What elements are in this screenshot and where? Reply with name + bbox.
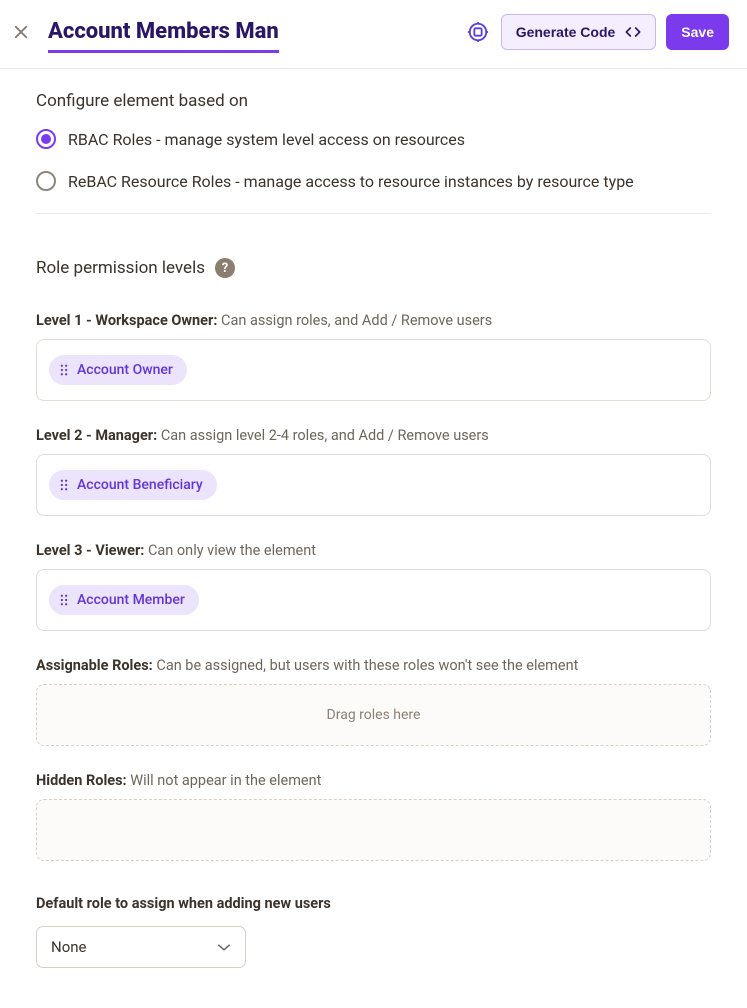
level-2-desc: Can assign level 2-4 roles, and Add / Re…	[161, 427, 489, 444]
default-role-value: None	[51, 938, 87, 956]
hidden-title: Hidden Roles:	[36, 772, 127, 789]
cpu-icon[interactable]	[467, 21, 489, 43]
generate-code-button[interactable]: Generate Code	[501, 14, 657, 50]
generate-code-label: Generate Code	[516, 24, 616, 40]
role-chip-label: Account Beneficiary	[77, 477, 203, 493]
configure-heading: Configure element based on	[36, 91, 711, 111]
assignable-block: Assignable Roles: Can be assigned, but u…	[36, 657, 711, 746]
role-chip-label: Account Owner	[77, 362, 173, 378]
level-1-dropzone[interactable]: Account Owner	[36, 339, 711, 401]
close-icon[interactable]	[12, 23, 30, 41]
level-3-label: Level 3 - Viewer: Can only view the elem…	[36, 542, 711, 559]
permission-levels-heading: Role permission levels ?	[36, 258, 711, 278]
default-role-select[interactable]: None	[36, 926, 246, 968]
divider	[36, 213, 711, 214]
role-chip-account-beneficiary[interactable]: Account Beneficiary	[49, 470, 217, 500]
level-1-desc: Can assign roles, and Add / Remove users	[221, 312, 492, 329]
assignable-placeholder: Drag roles here	[327, 707, 421, 723]
level-3-dropzone[interactable]: Account Member	[36, 569, 711, 631]
level-1-label: Level 1 - Workspace Owner: Can assign ro…	[36, 312, 711, 329]
radio-rbac[interactable]: RBAC Roles - manage system level access …	[36, 129, 711, 149]
save-button[interactable]: Save	[666, 14, 729, 50]
level-2-title: Level 2 - Manager:	[36, 427, 157, 444]
help-icon[interactable]: ?	[215, 258, 235, 278]
radio-rbac-label: RBAC Roles - manage system level access …	[68, 130, 465, 149]
assignable-dropzone[interactable]: Drag roles here	[36, 684, 711, 746]
permission-levels-text: Role permission levels	[36, 258, 205, 278]
hidden-block: Hidden Roles: Will not appear in the ele…	[36, 772, 711, 861]
hidden-dropzone[interactable]	[36, 799, 711, 861]
role-chip-label: Account Member	[77, 592, 185, 608]
role-chip-account-member[interactable]: Account Member	[49, 585, 199, 615]
hidden-label: Hidden Roles: Will not appear in the ele…	[36, 772, 711, 789]
title-wrap: Account Members Man	[48, 19, 467, 45]
drag-handle-icon	[59, 479, 69, 491]
level-2-dropzone[interactable]: Account Beneficiary	[36, 454, 711, 516]
assignable-label: Assignable Roles: Can be assigned, but u…	[36, 657, 711, 674]
radio-icon-selected	[36, 129, 56, 149]
assignable-desc: Can be assigned, but users with these ro…	[156, 657, 578, 674]
modal-content: Configure element based on RBAC Roles - …	[0, 69, 747, 1008]
assignable-title: Assignable Roles:	[36, 657, 153, 674]
role-chip-account-owner[interactable]: Account Owner	[49, 355, 187, 385]
page-title: Account Members Man	[48, 19, 279, 53]
level-3-block: Level 3 - Viewer: Can only view the elem…	[36, 542, 711, 631]
hidden-desc: Will not appear in the element	[130, 772, 321, 789]
level-1-title: Level 1 - Workspace Owner:	[36, 312, 217, 329]
radio-rebac[interactable]: ReBAC Resource Roles - manage access to …	[36, 171, 711, 191]
level-2-block: Level 2 - Manager: Can assign level 2-4 …	[36, 427, 711, 516]
modal-header: Account Members Man Generate Code Save	[0, 0, 747, 69]
chevron-down-icon	[217, 943, 231, 952]
level-2-label: Level 2 - Manager: Can assign level 2-4 …	[36, 427, 711, 444]
radio-icon-unselected	[36, 171, 56, 191]
level-1-block: Level 1 - Workspace Owner: Can assign ro…	[36, 312, 711, 401]
default-role-label: Default role to assign when adding new u…	[36, 895, 711, 912]
save-label: Save	[681, 24, 714, 40]
code-icon	[625, 26, 641, 38]
level-3-title: Level 3 - Viewer:	[36, 542, 144, 559]
level-3-desc: Can only view the element	[148, 542, 316, 559]
drag-handle-icon	[59, 594, 69, 606]
radio-rebac-label: ReBAC Resource Roles - manage access to …	[68, 172, 634, 191]
drag-handle-icon	[59, 364, 69, 376]
